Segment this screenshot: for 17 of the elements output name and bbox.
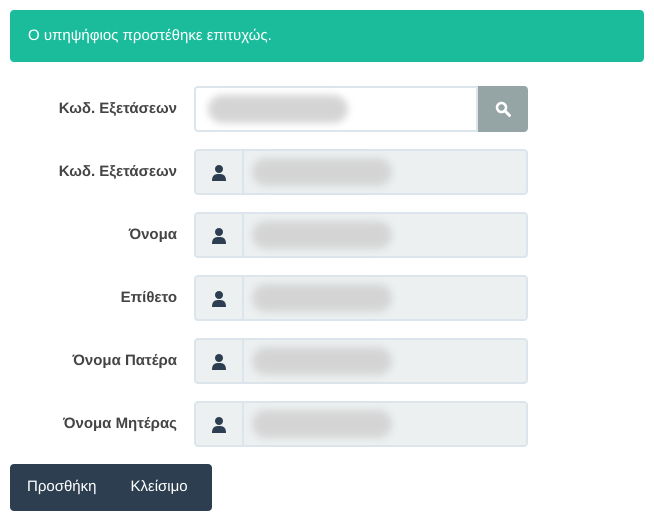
field-label: Όνομα Μητέρας: [62, 414, 177, 434]
search-field[interactable]: [194, 86, 478, 132]
person-icon: [211, 164, 227, 180]
field-label: Κωδ. Εξετάσεων: [58, 162, 177, 182]
field-label: Όνομα Πατέρα: [71, 350, 177, 371]
search-icon: [495, 101, 511, 117]
field-label: Κωδ. Εξετάσεων: [58, 98, 177, 119]
action-button[interactable]: Κλείσιμο: [114, 464, 205, 511]
search-button[interactable]: [478, 86, 528, 132]
field-label: Όνομα: [128, 224, 177, 245]
person-icon: [211, 226, 227, 244]
action-button[interactable]: Προσθήκη: [10, 464, 114, 511]
alert-message: Ο υπηψήφιος προστέθηκε επιτυχώς.: [28, 26, 272, 46]
person-icon: [211, 290, 227, 306]
person-icon: [211, 352, 227, 370]
field-label: Επίθετο: [120, 288, 177, 308]
person-icon: [211, 416, 227, 432]
